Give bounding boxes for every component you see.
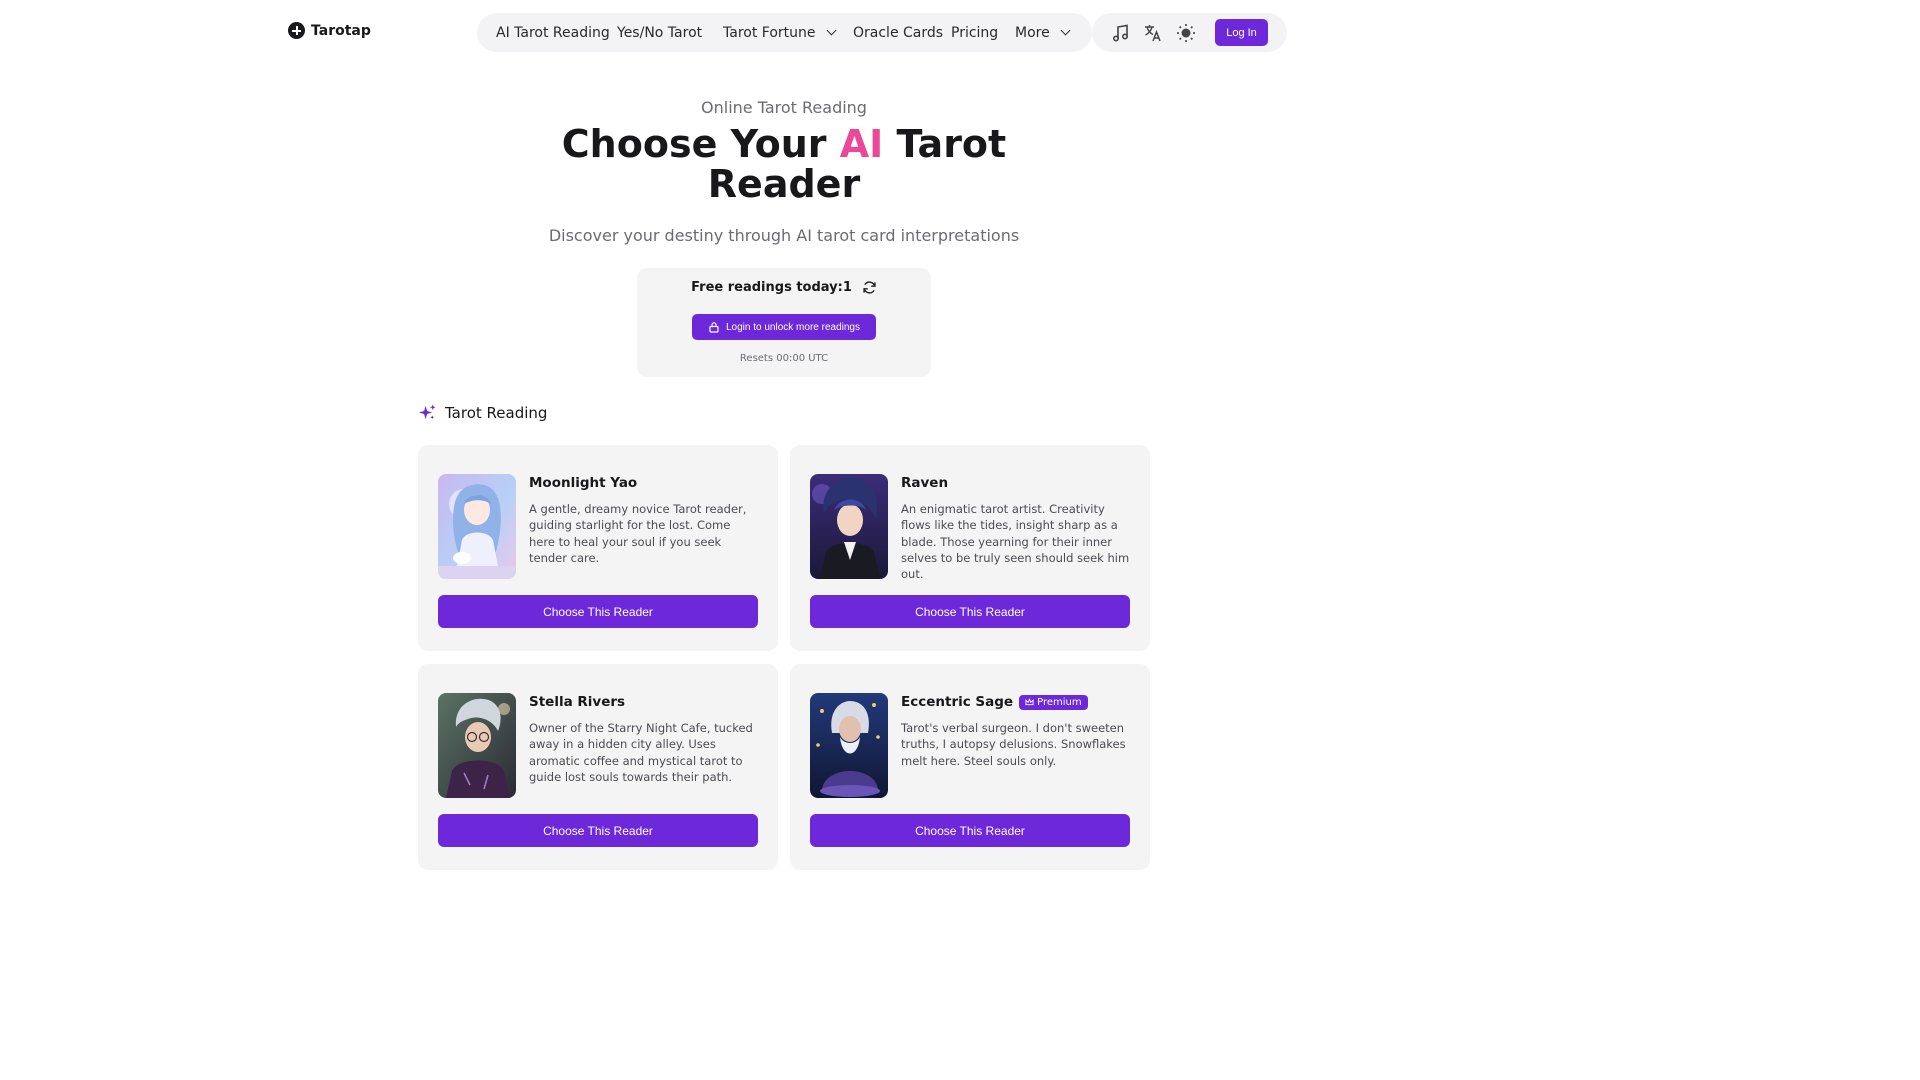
translate-icon[interactable] <box>1143 23 1163 43</box>
sun-icon[interactable] <box>1176 23 1196 43</box>
reader-description: An enigmatic tarot artist. Creativity fl… <box>901 502 1130 582</box>
nav-pricing[interactable]: Pricing <box>951 13 998 52</box>
reader-name: Raven <box>901 475 949 491</box>
title-part: Choose Your <box>561 122 840 166</box>
reader-card: Stella Rivers Owner of the Starry Night … <box>418 664 778 870</box>
nav-label: More <box>1015 24 1050 41</box>
choose-reader-button[interactable]: Choose This Reader <box>810 814 1130 847</box>
nav-label: AI Tarot Reading <box>496 24 610 41</box>
sparkles-icon <box>418 404 436 420</box>
section-header: Tarot Reading <box>418 403 547 422</box>
nav-label: Yes/No Tarot <box>617 24 703 41</box>
choose-reader-button[interactable]: Choose This Reader <box>810 595 1130 628</box>
free-readings-counter: Free readings today:1 <box>637 280 931 295</box>
reader-name: Moonlight Yao <box>529 475 638 491</box>
free-readings-panel: Free readings today:1 Login to unlock mo… <box>637 268 931 377</box>
reader-card: Raven An enigmatic tarot artist. Creativ… <box>790 445 1150 651</box>
reader-card: Eccentric Sage Premium Tarot's verbal su… <box>790 664 1150 870</box>
choose-reader-button[interactable]: Choose This Reader <box>438 814 758 847</box>
crown-icon <box>1025 698 1034 706</box>
reader-avatar <box>810 474 888 579</box>
brand-logo[interactable]: Tarotap <box>288 22 371 39</box>
page-title: Choose Your AI Tarot Reader <box>534 124 1034 204</box>
hero-eyebrow: Online Tarot Reading <box>701 98 867 117</box>
nav-ai-tarot-reading[interactable]: AI Tarot Reading <box>496 13 610 52</box>
unlock-readings-label: Login to unlock more readings <box>726 321 860 333</box>
nav-label: Pricing <box>951 24 999 41</box>
brand-name: Tarotap <box>311 22 371 39</box>
reader-name: Stella Rivers <box>529 694 626 710</box>
reader-description: A gentle, dreamy novice Tarot reader, gu… <box>529 502 747 565</box>
reader-avatar <box>810 693 888 798</box>
section-title: Tarot Reading <box>445 403 548 422</box>
free-readings-count: 1 <box>842 280 852 295</box>
nav-yes-no-tarot[interactable]: Yes/No Tarot <box>617 13 702 52</box>
main-nav: AI Tarot Reading Yes/No Tarot Tarot Fort… <box>477 13 1092 52</box>
nav-more[interactable]: More <box>1015 13 1071 52</box>
reader-description: Tarot's verbal surgeon. I don't sweeten … <box>901 721 1126 768</box>
nav-label: Oracle Cards <box>853 24 944 41</box>
hero-subtitle: Discover your destiny through AI tarot c… <box>548 226 1020 245</box>
nav-tarot-fortune[interactable]: Tarot Fortune <box>723 13 836 52</box>
music-note-icon[interactable] <box>1111 23 1131 43</box>
title-accent: AI <box>839 122 884 166</box>
reset-time-note: Resets 00:00 UTC <box>739 353 829 364</box>
logo-plus-icon <box>288 22 305 39</box>
chevron-down-icon <box>826 25 836 36</box>
reader-name-row: Eccentric Sage Premium <box>901 694 1088 710</box>
reader-avatar <box>438 693 516 798</box>
nav-oracle-cards[interactable]: Oracle Cards <box>853 13 943 52</box>
unlock-readings-button[interactable]: Login to unlock more readings <box>692 314 876 340</box>
premium-label: Premium <box>1037 696 1082 708</box>
chevron-down-icon <box>1060 25 1071 36</box>
reader-name: Eccentric Sage <box>901 694 1014 710</box>
lock-icon <box>709 322 719 333</box>
choose-reader-button[interactable]: Choose This Reader <box>438 595 758 628</box>
premium-badge: Premium <box>1019 694 1088 710</box>
free-readings-label: Free readings today: <box>691 280 843 295</box>
refresh-icon[interactable] <box>862 280 877 295</box>
reader-avatar <box>438 474 516 579</box>
header-toolbar: Log In <box>1092 13 1287 52</box>
reader-description: Owner of the Starry Night Cafe, tucked a… <box>529 721 753 784</box>
nav-label: Tarot Fortune <box>723 24 816 41</box>
reader-card: Moonlight Yao A gentle, dreamy novice Ta… <box>418 445 778 651</box>
login-button[interactable]: Log In <box>1215 19 1268 46</box>
